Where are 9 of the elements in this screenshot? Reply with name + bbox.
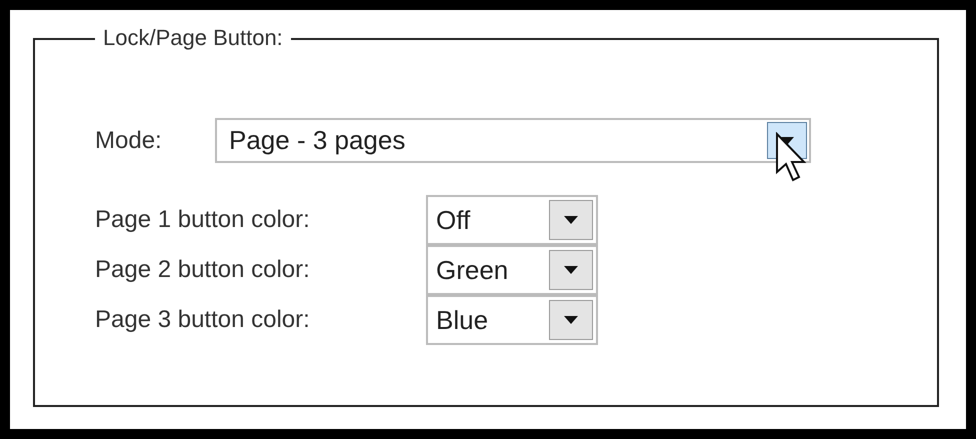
mouse-pointer-icon xyxy=(775,132,807,184)
mode-label: Mode: xyxy=(95,126,163,156)
color-dropdown[interactable]: Blue xyxy=(426,295,598,345)
color-label: Page 2 button color: xyxy=(95,255,311,285)
color-dropdown[interactable]: Green xyxy=(426,245,598,295)
color-label: Page 3 button color: xyxy=(95,305,311,335)
color-dropdown[interactable]: Off xyxy=(426,195,598,245)
color-label: Page 1 button color: xyxy=(95,205,311,235)
mode-dropdown[interactable]: Page - 3 pages xyxy=(215,118,811,163)
